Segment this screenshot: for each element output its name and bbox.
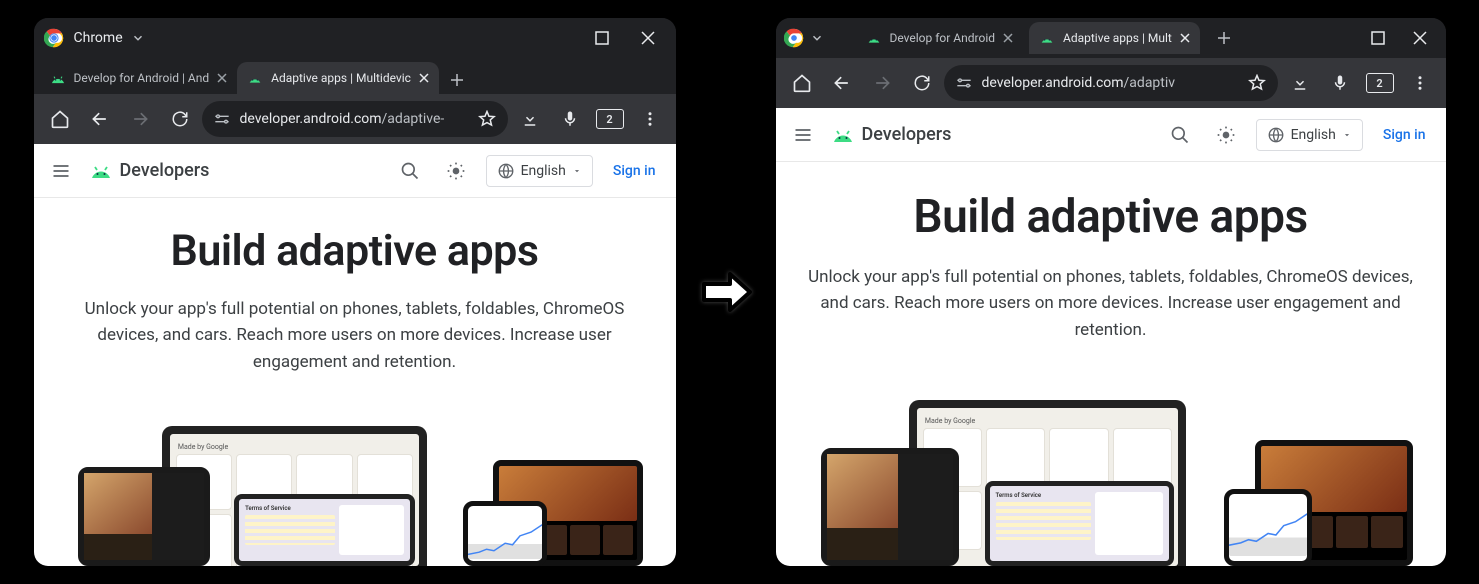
site-settings-icon[interactable] — [214, 111, 230, 127]
omnibox[interactable]: developer.android.com/adaptive- — [202, 101, 508, 137]
tab-title: Develop for Android | And — [74, 71, 210, 85]
page-content: Developers English Sign in Build adaptiv… — [34, 144, 676, 566]
back-button[interactable] — [82, 101, 118, 137]
site-header: Developers English Sign in — [776, 108, 1446, 162]
overflow-menu-button[interactable] — [1402, 65, 1438, 101]
language-label: English — [521, 163, 566, 179]
hero-title: Build adaptive apps — [58, 226, 652, 276]
tab-count-button[interactable]: 2 — [1362, 65, 1398, 101]
back-button[interactable] — [824, 65, 860, 101]
browser-tab-active[interactable]: Adaptive apps | Multidevic — [237, 62, 439, 94]
android-favicon-icon — [50, 72, 66, 84]
tab-close-button[interactable] — [1003, 33, 1013, 43]
tab-title: Adaptive apps | Mult — [1063, 31, 1172, 45]
omnibox[interactable]: developer.android.com/adaptiv — [944, 65, 1278, 101]
tab-close-button[interactable] — [217, 73, 227, 83]
hero-devices-image: Made by Google Nest Cam£89.99 Terms of S… — [34, 395, 676, 566]
forward-button[interactable] — [864, 65, 900, 101]
close-window-button[interactable] — [1402, 24, 1438, 52]
brand-text: Developers — [120, 160, 210, 181]
reload-button[interactable] — [904, 65, 940, 101]
site-settings-icon[interactable] — [956, 75, 972, 91]
caret-down-icon — [572, 166, 582, 176]
chevron-down-icon[interactable] — [131, 31, 145, 45]
browser-tab-active[interactable]: Adaptive apps | Mult — [1029, 22, 1200, 54]
theme-toggle-button[interactable] — [1210, 119, 1242, 151]
url-text: developer.android.com/adaptive- — [240, 111, 468, 127]
android-favicon-icon — [866, 32, 882, 44]
bookmark-star-icon[interactable] — [1248, 74, 1266, 92]
titlebar: Chrome — [34, 18, 676, 58]
language-label: English — [1291, 127, 1336, 143]
home-button[interactable] — [42, 101, 78, 137]
android-favicon-icon — [1039, 32, 1055, 44]
tab-strip: Develop for Android | And Adaptive apps … — [34, 58, 676, 94]
hero-subtitle: Unlock your app's full potential on phon… — [58, 296, 652, 375]
hero-subtitle: Unlock your app's full potential on phon… — [800, 264, 1422, 343]
hero-devices-image: Made by Google Nest Cam£89.99 Terms of S… — [776, 363, 1446, 566]
tab-count-button[interactable]: 2 — [592, 101, 628, 137]
overflow-menu-button[interactable] — [632, 101, 668, 137]
new-tab-button[interactable] — [443, 66, 471, 94]
maximize-button[interactable] — [1360, 24, 1396, 52]
home-button[interactable] — [784, 65, 820, 101]
developers-logo[interactable]: Developers — [830, 124, 952, 145]
download-button[interactable] — [512, 101, 548, 137]
close-window-button[interactable] — [630, 24, 666, 52]
titlebar-app-label: Chrome — [74, 30, 123, 46]
mic-button[interactable] — [552, 101, 588, 137]
chrome-icon — [784, 28, 804, 48]
brand-text: Developers — [862, 124, 952, 145]
reload-button[interactable] — [162, 101, 198, 137]
android-head-icon — [830, 127, 856, 143]
browser-window-narrow: Chrome Develop for Android | And Adaptiv… — [34, 18, 676, 566]
mic-button[interactable] — [1322, 65, 1358, 101]
transition-arrow-icon — [696, 262, 756, 322]
chevron-down-icon[interactable] — [810, 31, 824, 45]
maximize-button[interactable] — [584, 24, 620, 52]
browser-tab[interactable]: Develop for Android | And — [40, 62, 238, 94]
bookmark-star-icon[interactable] — [478, 110, 496, 128]
chrome-icon — [44, 28, 64, 48]
hero-title: Build adaptive apps — [800, 190, 1422, 244]
tab-title: Adaptive apps | Multidevic — [271, 71, 411, 85]
forward-button[interactable] — [122, 101, 158, 137]
developers-logo[interactable]: Developers — [88, 160, 210, 181]
browser-tab[interactable]: Develop for Android — [856, 22, 1024, 54]
new-tab-button[interactable] — [1210, 24, 1238, 52]
tab-strip: Develop for Android Adaptive apps | Mult — [776, 18, 1446, 58]
site-header: Developers English Sign in — [34, 144, 676, 198]
search-button[interactable] — [1164, 119, 1196, 151]
sign-in-link[interactable]: Sign in — [1377, 127, 1432, 143]
url-text: developer.android.com/adaptiv — [982, 75, 1238, 91]
browser-toolbar: developer.android.com/adaptive- 2 — [34, 94, 676, 144]
page-content: Developers English Sign in Build adaptiv… — [776, 108, 1446, 566]
android-head-icon — [88, 163, 114, 179]
browser-toolbar: developer.android.com/adaptiv 2 — [776, 58, 1446, 108]
tab-close-button[interactable] — [419, 73, 429, 83]
tab-close-button[interactable] — [1180, 33, 1190, 43]
hero-section: Build adaptive apps Unlock your app's fu… — [34, 198, 676, 375]
globe-icon — [1267, 126, 1285, 144]
search-button[interactable] — [394, 155, 426, 187]
sign-in-link[interactable]: Sign in — [607, 163, 662, 179]
caret-down-icon — [1342, 130, 1352, 140]
language-selector[interactable]: English — [1256, 119, 1363, 151]
browser-window-wide: Develop for Android Adaptive apps | Mult… — [776, 18, 1446, 566]
download-button[interactable] — [1282, 65, 1318, 101]
globe-icon — [497, 162, 515, 180]
theme-toggle-button[interactable] — [440, 155, 472, 187]
tab-title: Develop for Android — [890, 31, 996, 45]
android-favicon-icon — [247, 72, 263, 84]
language-selector[interactable]: English — [486, 155, 593, 187]
hamburger-menu-button[interactable] — [48, 161, 74, 181]
hamburger-menu-button[interactable] — [790, 125, 816, 145]
hero-section: Build adaptive apps Unlock your app's fu… — [776, 162, 1446, 343]
